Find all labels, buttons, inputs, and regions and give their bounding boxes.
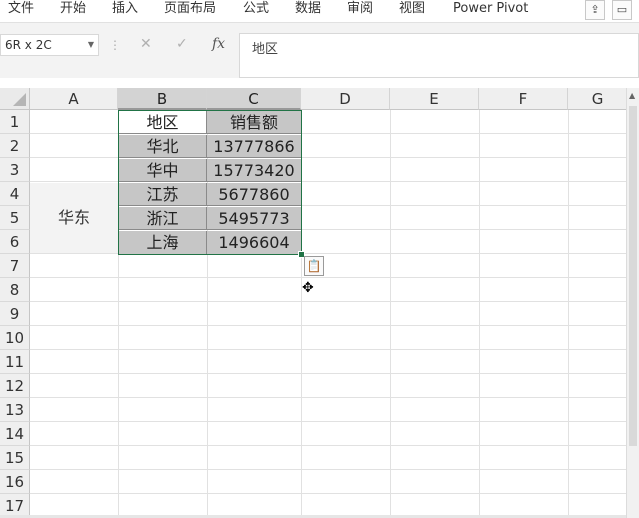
- cell-c3[interactable]: 15773420: [207, 159, 301, 182]
- column-header-e[interactable]: E: [390, 88, 479, 110]
- column-header-d[interactable]: D: [301, 88, 390, 110]
- cursor-icon: ✥: [302, 280, 314, 296]
- insert-function-icon[interactable]: fx: [212, 36, 225, 52]
- tab-formulas[interactable]: 公式: [243, 0, 269, 18]
- cell-b2[interactable]: 华北: [119, 135, 207, 158]
- tab-home[interactable]: 开始: [60, 0, 86, 18]
- column-header-b[interactable]: B: [118, 88, 207, 110]
- row-header-9[interactable]: 9: [0, 302, 30, 326]
- share-icon[interactable]: ⇪: [585, 0, 605, 20]
- tab-file[interactable]: 文件: [8, 0, 34, 18]
- name-box-value: 6R x 2C: [5, 38, 52, 52]
- scroll-thumb[interactable]: [629, 106, 637, 446]
- name-box[interactable]: 6R x 2C ▼: [0, 34, 99, 56]
- paste-options-icon[interactable]: 📋: [304, 256, 324, 276]
- chevron-down-icon[interactable]: ▼: [88, 35, 94, 55]
- row-header-12[interactable]: 12: [0, 374, 30, 398]
- row-header-2[interactable]: 2: [0, 134, 30, 158]
- cell-c5[interactable]: 5495773: [207, 207, 301, 230]
- formula-bar: 6R x 2C ▼ ⋮ ✕ ✓ fx 地区: [0, 23, 639, 78]
- formula-bar-grip-icon: ⋮: [109, 38, 121, 52]
- row-header-3[interactable]: 3: [0, 158, 30, 182]
- row-header-7[interactable]: 7: [0, 254, 30, 278]
- cell-b4[interactable]: 江苏: [119, 183, 207, 206]
- merged-cell-a4-a6[interactable]: 华东: [30, 183, 118, 253]
- column-header-c[interactable]: C: [207, 88, 301, 110]
- cancel-icon[interactable]: ✕: [140, 36, 152, 52]
- row-header-14[interactable]: 14: [0, 422, 30, 446]
- cell-c1[interactable]: 销售额: [207, 111, 301, 134]
- scroll-up-icon[interactable]: ▲: [629, 91, 635, 100]
- ribbon-tabs: 文件 开始 插入 页面布局 公式 数据 审阅 视图 Power Pivot ⇪ …: [0, 0, 639, 23]
- worksheet-grid[interactable]: A B C D E F G 1 2 3 4 5 6 7 8 9 10 11 12 13 14 15 16 17 …: [0, 88, 626, 518]
- tab-power-pivot[interactable]: Power Pivot: [453, 0, 528, 18]
- column-header-g[interactable]: G: [568, 88, 626, 110]
- select-all-button[interactable]: [0, 88, 30, 110]
- tab-page-layout[interactable]: 页面布局: [164, 0, 216, 18]
- cell-b5[interactable]: 浙江: [119, 207, 207, 230]
- tab-data[interactable]: 数据: [295, 0, 321, 18]
- enter-icon[interactable]: ✓: [176, 36, 188, 52]
- vertical-scrollbar[interactable]: ▲: [626, 88, 639, 518]
- row-header-16[interactable]: 16: [0, 470, 30, 494]
- row-header-10[interactable]: 10: [0, 326, 30, 350]
- row-header-4[interactable]: 4: [0, 182, 30, 206]
- row-header-1[interactable]: 1: [0, 110, 30, 134]
- row-header-6[interactable]: 6: [0, 230, 30, 254]
- tab-insert[interactable]: 插入: [112, 0, 138, 18]
- cell-b1[interactable]: 地区: [119, 111, 207, 134]
- cell-b3[interactable]: 华中: [119, 159, 207, 182]
- cell-c4[interactable]: 5677860: [207, 183, 301, 206]
- row-header-5[interactable]: 5: [0, 206, 30, 230]
- cell-c6[interactable]: 1496604: [207, 231, 301, 254]
- row-header-13[interactable]: 13: [0, 398, 30, 422]
- cell-c2[interactable]: 13777866: [207, 135, 301, 158]
- column-header-f[interactable]: F: [479, 88, 568, 110]
- tab-view[interactable]: 视图: [399, 0, 425, 18]
- formula-input[interactable]: 地区: [239, 33, 639, 78]
- tab-review[interactable]: 审阅: [347, 0, 373, 18]
- row-header-11[interactable]: 11: [0, 350, 30, 374]
- comment-icon[interactable]: ▭: [612, 0, 632, 20]
- row-header-8[interactable]: 8: [0, 278, 30, 302]
- row-header-15[interactable]: 15: [0, 446, 30, 470]
- cell-b6[interactable]: 上海: [119, 231, 207, 254]
- column-header-a[interactable]: A: [30, 88, 118, 110]
